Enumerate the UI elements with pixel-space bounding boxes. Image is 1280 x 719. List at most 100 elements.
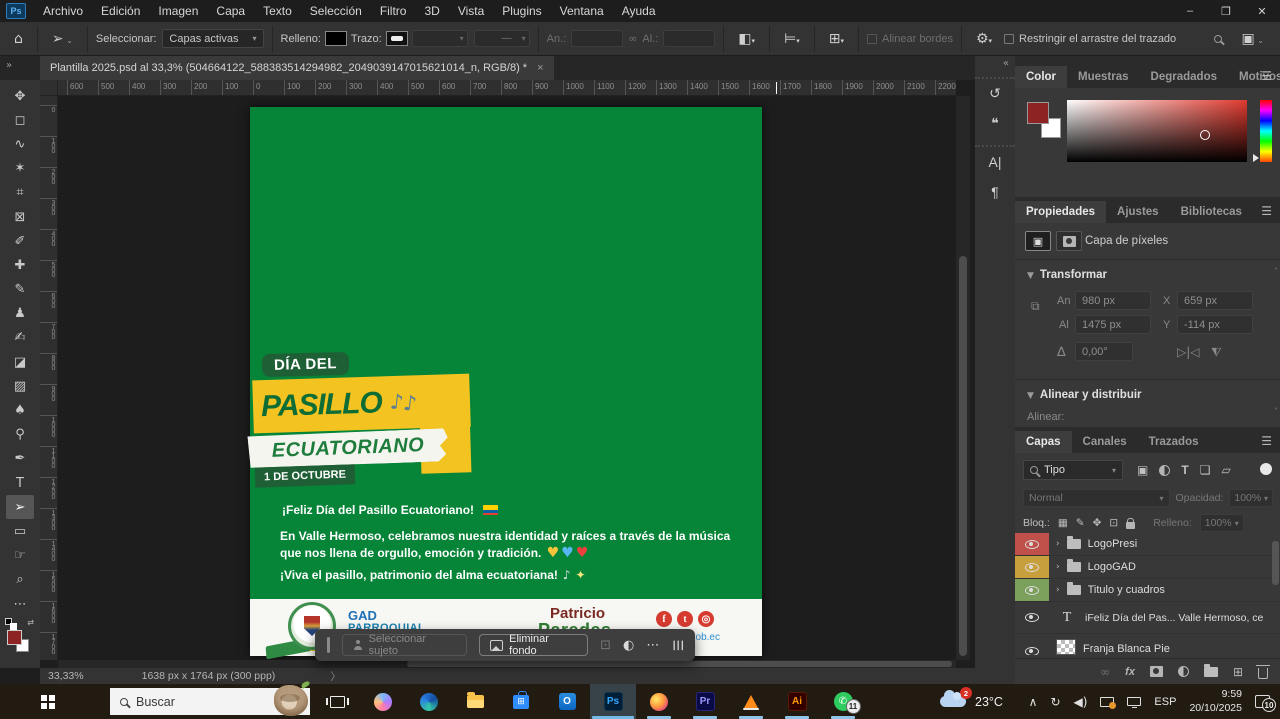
path-alignment-icon[interactable]: ⊨▾: [778, 31, 806, 47]
stroke-swatch[interactable]: [386, 31, 408, 46]
constrain-path-checkbox[interactable]: Restringir el arrastre del trazado: [1004, 33, 1176, 45]
lock-position-icon[interactable]: ✥: [1093, 517, 1102, 529]
lasso-tool[interactable]: ∿: [6, 132, 34, 156]
gear-icon[interactable]: ⚙▾: [970, 31, 998, 47]
taskbar-search-box[interactable]: Buscar: [110, 688, 310, 715]
copilot-button[interactable]: [360, 684, 406, 719]
pixel-layer-icon[interactable]: ▣: [1025, 231, 1051, 251]
workspace-switcher-icon[interactable]: ▣ ⌄: [1236, 31, 1270, 47]
premiere-button[interactable]: Pr: [682, 684, 728, 719]
transform-icon[interactable]: ⊡: [600, 638, 611, 653]
firefox-button[interactable]: [636, 684, 682, 719]
status-flyout-icon[interactable]: 〉: [330, 669, 341, 684]
task-view-button[interactable]: [314, 684, 360, 719]
color-picker-circle[interactable]: [1200, 130, 1210, 140]
opacity-field[interactable]: 100%▾: [1229, 489, 1273, 507]
link-wh-icon[interactable]: ⧉: [1031, 299, 1040, 314]
tab-capas[interactable]: Capas: [1015, 431, 1072, 453]
horizontal-scrollbar[interactable]: [58, 660, 956, 668]
minimize-button[interactable]: –: [1172, 0, 1208, 22]
visibility-eye-icon[interactable]: [1015, 579, 1049, 601]
screen-cast-icon[interactable]: [1100, 697, 1114, 707]
expand-group-icon[interactable]: ›: [1056, 539, 1060, 549]
link-dimensions-icon[interactable]: ∞: [628, 32, 637, 45]
tab-canales[interactable]: Canales: [1072, 431, 1138, 453]
width-field[interactable]: [571, 30, 623, 47]
menu-item[interactable]: Plugins: [493, 0, 550, 22]
add-mask-icon[interactable]: [1150, 666, 1163, 677]
visibility-eye-icon[interactable]: [1015, 533, 1049, 555]
rectangular-marquee-tool[interactable]: ◻: [6, 108, 34, 132]
weather-widget[interactable]: 2 23°C: [940, 684, 1003, 719]
restore-button[interactable]: ❐: [1208, 0, 1244, 22]
menu-item[interactable]: Vista: [449, 0, 493, 22]
x-field[interactable]: 659 px: [1177, 291, 1253, 310]
vlc-button[interactable]: [728, 684, 774, 719]
tab-motivos[interactable]: Motivos: [1228, 66, 1280, 88]
lock-pixels-icon[interactable]: ✎: [1076, 517, 1085, 529]
blend-mode-dropdown[interactable]: Normal▾: [1023, 489, 1170, 507]
flip-vertical-icon[interactable]: ⧨: [1211, 345, 1222, 360]
w-field[interactable]: 980 px: [1075, 291, 1151, 310]
tray-chevron-icon[interactable]: ∧: [1029, 695, 1038, 709]
zoom-level[interactable]: 33,33%: [48, 670, 84, 682]
filter-type-icon[interactable]: T: [1181, 463, 1188, 477]
search-highlight-image[interactable]: [274, 685, 308, 716]
rotation-lock-icon[interactable]: ↻: [1050, 695, 1060, 709]
menu-item[interactable]: Ayuda: [613, 0, 665, 22]
hue-slider-arrow[interactable]: [1253, 154, 1259, 162]
type-tool[interactable]: T: [6, 471, 34, 495]
object-selection-tool[interactable]: ✶: [6, 157, 34, 181]
swap-colors-icon[interactable]: ⇄: [27, 618, 34, 627]
outlook-button[interactable]: O: [544, 684, 590, 719]
store-button[interactable]: ⊞: [498, 684, 544, 719]
panel-menu-icon[interactable]: ☰: [1261, 204, 1272, 218]
select-mode-dropdown[interactable]: Capas activas▾: [162, 29, 263, 48]
layer-row[interactable]: › LogoGAD: [1015, 556, 1280, 579]
move-tool[interactable]: ✥: [6, 84, 34, 108]
layer-filter-dropdown[interactable]: Tipo ▾: [1023, 460, 1123, 480]
menu-item[interactable]: Archivo: [34, 0, 92, 22]
filter-toggle[interactable]: [1260, 463, 1272, 475]
link-layers-icon[interactable]: ∞: [1100, 665, 1110, 679]
tab-trazados[interactable]: Trazados: [1138, 431, 1210, 453]
hand-tool[interactable]: ☞: [6, 544, 34, 568]
flip-horizontal-icon[interactable]: ▷|◁: [1177, 345, 1200, 359]
fill-field[interactable]: 100%▾: [1200, 514, 1244, 532]
drag-handle[interactable]: [327, 637, 330, 653]
tab-propiedades[interactable]: Propiedades: [1015, 201, 1106, 223]
lock-all-icon[interactable]: [1126, 522, 1135, 529]
filter-shape-icon[interactable]: ❏: [1200, 463, 1211, 477]
panel-menu-icon[interactable]: ☰: [1261, 434, 1272, 448]
layer-row[interactable]: › LogoPresi: [1015, 533, 1280, 556]
volume-icon[interactable]: ◀): [1074, 695, 1088, 709]
dodge-tool[interactable]: ⚲: [6, 423, 34, 447]
search-icon[interactable]: [1214, 35, 1222, 43]
stroke-width-dropdown[interactable]: ▾: [412, 30, 468, 47]
menu-item[interactable]: 3D: [415, 0, 448, 22]
character-panel-icon[interactable]: A|: [975, 147, 1015, 177]
edge-button[interactable]: [406, 684, 452, 719]
more-options-icon[interactable]: ⋯: [646, 638, 659, 653]
visibility-eye-icon[interactable]: [1015, 602, 1049, 633]
expand-group-icon[interactable]: ›: [1056, 585, 1060, 595]
history-brush-tool[interactable]: ✍: [6, 326, 34, 350]
remove-background-button[interactable]: Eliminar fondo: [479, 634, 589, 656]
tab-degradados[interactable]: Degradados: [1140, 66, 1228, 88]
notification-center-icon[interactable]: 10: [1255, 695, 1270, 708]
vertical-scrollbar[interactable]: [956, 96, 970, 660]
crop-tool[interactable]: ⌗: [6, 181, 34, 205]
clone-stamp-tool[interactable]: ♟: [6, 302, 34, 326]
stroke-type-dropdown[interactable]: —▾: [474, 30, 530, 47]
edit-toolbar-button[interactable]: ⋯: [6, 592, 34, 616]
h-field[interactable]: 1475 px: [1075, 315, 1151, 334]
foreground-color-well[interactable]: [1027, 102, 1049, 124]
delete-layer-icon[interactable]: [1258, 668, 1268, 679]
tab-ajustes[interactable]: Ajustes: [1106, 201, 1170, 223]
bar-settings-icon[interactable]: ☰: [670, 639, 685, 651]
menu-item[interactable]: Texto: [254, 0, 301, 22]
collapse-toolbar-icon[interactable]: »: [6, 60, 12, 71]
menu-item[interactable]: Imagen: [149, 0, 207, 22]
layer-row[interactable]: › Titulo y cuadros: [1015, 579, 1280, 602]
layer-effects-icon[interactable]: fx: [1125, 666, 1135, 678]
